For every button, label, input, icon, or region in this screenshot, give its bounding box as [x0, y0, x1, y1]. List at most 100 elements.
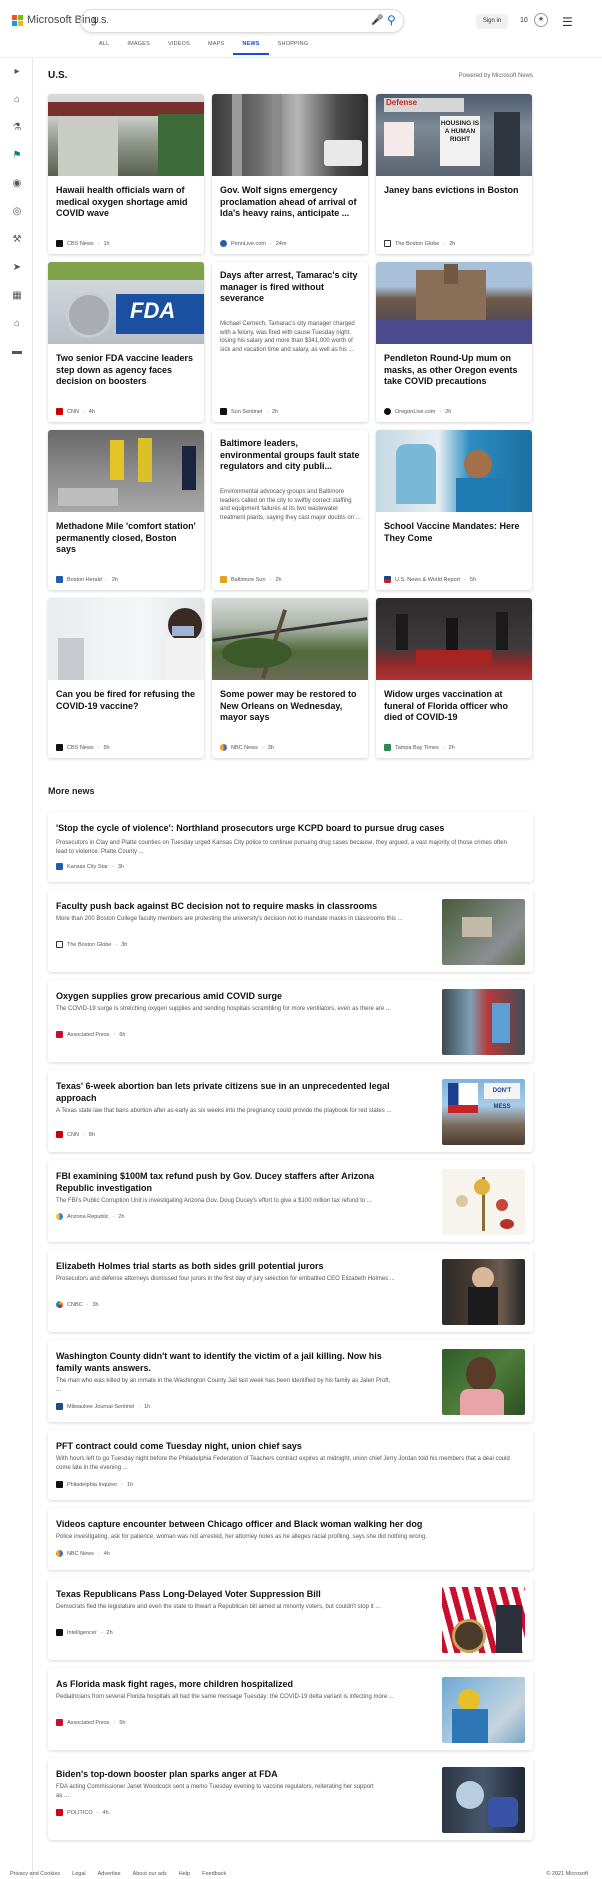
more-news-item[interactable]: Elizabeth Holmes trial starts as both si… — [48, 1250, 533, 1332]
tab-news[interactable]: NEWS — [233, 41, 269, 55]
item-title[interactable]: 'Stop the cycle of violence': Northland … — [56, 822, 516, 834]
news-card[interactable]: Baltimore leaders, environmental groups … — [212, 430, 368, 590]
news-card[interactable]: Some power may be restored to New Orlean… — [212, 598, 368, 758]
flag-icon[interactable]: ⚑ — [11, 150, 23, 161]
news-card[interactable]: Hawaii health officials warn of medical … — [48, 94, 204, 254]
globe-icon[interactable]: ◎ — [11, 206, 23, 217]
menu-icon[interactable]: ☰ — [562, 15, 573, 29]
item-title[interactable]: Texas' 6-week abortion ban lets private … — [56, 1080, 396, 1104]
tab-all[interactable]: ALL — [90, 41, 118, 55]
card-title[interactable]: Pendleton Round-Up mum on masks, as othe… — [384, 353, 525, 388]
item-snippet: More than 200 Boston College faculty mem… — [56, 916, 403, 922]
rewards-medal-icon[interactable]: ★ — [534, 13, 548, 27]
card-title[interactable]: Two senior FDA vaccine leaders step down… — [56, 353, 197, 388]
news-card[interactable]: Widow urges vaccination at funeral of Fl… — [376, 598, 532, 758]
search-input[interactable]: U.S. — [93, 16, 109, 25]
footer-link-help[interactable]: Help — [179, 1871, 190, 1877]
card-title[interactable]: Can you be fired for refusing the COVID-… — [56, 689, 197, 712]
item-thumbnail — [442, 1587, 525, 1653]
card-image — [376, 262, 532, 344]
item-title[interactable]: Videos capture encounter between Chicago… — [56, 1518, 516, 1530]
tab-shopping[interactable]: SHOPPING — [269, 41, 318, 55]
item-source: Associated Press · 6h — [56, 1031, 125, 1038]
card-title[interactable]: Baltimore leaders, environmental groups … — [220, 438, 361, 473]
footer-link-privacy[interactable]: Privacy and Cookies — [10, 1871, 60, 1877]
card-title[interactable]: Hawaii health officials warn of medical … — [56, 185, 197, 220]
item-title[interactable]: Texas Republicans Pass Long-Delayed Vote… — [56, 1588, 426, 1600]
more-news-item[interactable]: Oxygen supplies grow precarious amid COV… — [48, 980, 533, 1062]
news-card[interactable]: Can you be fired for refusing the COVID-… — [48, 598, 204, 758]
item-thumbnail — [442, 1349, 525, 1415]
card-title[interactable]: Methadone Mile 'comfort station' permane… — [56, 521, 197, 556]
item-title[interactable]: FBI examining $100M tax refund push by G… — [56, 1170, 396, 1194]
card-title[interactable]: Gov. Wolf signs emergency proclamation a… — [220, 185, 361, 220]
news-card[interactable]: FDA Two senior FDA vaccine leaders step … — [48, 262, 204, 422]
search-box[interactable]: U.S. 🎤 ⚲ — [80, 9, 404, 33]
tab-maps[interactable]: MAPS — [199, 41, 233, 55]
card-title[interactable]: Janey bans evictions in Boston — [384, 185, 525, 197]
more-news-item[interactable]: PFT contract could come Tuesday night, u… — [48, 1430, 533, 1500]
news-card[interactable]: Methadone Mile 'comfort station' permane… — [48, 430, 204, 590]
more-news-item[interactable]: Faculty push back against BC decision no… — [48, 890, 533, 972]
item-source: CNBC · 3h — [56, 1301, 99, 1308]
search-tabs: ALL IMAGES VIDEOS MAPS NEWS SHOPPING — [90, 41, 317, 55]
item-thumbnail: DON'T MESS — [442, 1079, 525, 1145]
footer-link-legal[interactable]: Legal — [72, 1871, 85, 1877]
microphone-icon[interactable]: 🎤 — [371, 15, 383, 26]
more-news-item[interactable]: As Florida mask fight rages, more childr… — [48, 1668, 533, 1750]
card-title[interactable]: Widow urges vaccination at funeral of Fl… — [384, 689, 525, 724]
news-card[interactable]: Defense HOUSING IS A HUMAN RIGHT Janey b… — [376, 94, 532, 254]
news-card[interactable]: Days after arrest, Tamarac's city manage… — [212, 262, 368, 422]
tab-images[interactable]: IMAGES — [118, 41, 159, 55]
rocket-icon[interactable]: ➤ — [11, 262, 23, 273]
pennlive-logo-icon — [220, 240, 227, 247]
boston-globe-logo-icon — [56, 941, 63, 948]
powered-by: Powered by Microsoft News — [458, 73, 533, 79]
politico-logo-icon — [56, 1809, 63, 1816]
item-title[interactable]: Faculty push back against BC decision no… — [56, 900, 426, 912]
item-source: Milwaukee Journal-Sentinel · 1h — [56, 1403, 150, 1410]
footer-link-about-ads[interactable]: About our ads — [133, 1871, 167, 1877]
more-news-item[interactable]: Biden's top-down booster plan sparks ang… — [48, 1758, 533, 1840]
more-news-item[interactable]: Washington County didn't want to identif… — [48, 1340, 533, 1422]
more-news-title: More news — [48, 786, 95, 796]
item-source: Kansas City Star · 3h — [56, 863, 124, 870]
expand-icon[interactable]: ▸ — [11, 66, 23, 77]
item-title[interactable]: As Florida mask fight rages, more childr… — [56, 1678, 426, 1690]
film-icon[interactable]: ▦ — [11, 290, 23, 301]
item-snippet: FDA acting Commissioner Janet Woodcock s… — [56, 1784, 374, 1799]
sign-in-button[interactable]: Sign in — [476, 14, 508, 29]
news-card[interactable]: School Vaccine Mandates: Here They Come … — [376, 430, 532, 590]
rewards-points[interactable]: 10 — [520, 17, 528, 24]
news-card[interactable]: Pendleton Round-Up mum on masks, as othe… — [376, 262, 532, 422]
flask-icon[interactable]: ⚗ — [11, 122, 23, 133]
card-title[interactable]: School Vaccine Mandates: Here They Come — [384, 521, 525, 544]
gavel-icon[interactable]: ⚒ — [11, 234, 23, 245]
location-icon[interactable]: ◉ — [11, 178, 23, 189]
more-news-item[interactable]: 'Stop the cycle of violence': Northland … — [48, 812, 533, 882]
more-news-item[interactable]: Texas' 6-week abortion ban lets private … — [48, 1070, 533, 1152]
news-card[interactable]: Gov. Wolf signs emergency proclamation a… — [212, 94, 368, 254]
footer-link-feedback[interactable]: Feedback — [202, 1871, 226, 1877]
home-icon[interactable]: ⌂ — [11, 94, 23, 105]
more-news-item[interactable]: Videos capture encounter between Chicago… — [48, 1508, 533, 1570]
cnbc-logo-icon — [56, 1301, 63, 1308]
more-news-item[interactable]: Texas Republicans Pass Long-Delayed Vote… — [48, 1578, 533, 1660]
search-icon[interactable]: ⚲ — [387, 13, 396, 27]
associated-press-logo-icon — [56, 1719, 63, 1726]
footer-link-advertise[interactable]: Advertise — [98, 1871, 121, 1877]
arizona-republic-logo-icon — [56, 1213, 63, 1220]
item-title[interactable]: Oxygen supplies grow precarious amid COV… — [56, 990, 426, 1002]
more-news-item[interactable]: FBI examining $100M tax refund push by G… — [48, 1160, 533, 1242]
bank-icon[interactable]: ⌂ — [11, 318, 23, 329]
item-snippet: A Texas state law that bans abortion aft… — [56, 1108, 392, 1114]
item-title[interactable]: PFT contract could come Tuesday night, u… — [56, 1440, 516, 1452]
card-source: U.S. News & World Report · 5h — [384, 576, 476, 583]
tab-videos[interactable]: VIDEOS — [159, 41, 199, 55]
card-title[interactable]: Some power may be restored to New Orlean… — [220, 689, 361, 724]
item-title[interactable]: Washington County didn't want to identif… — [56, 1350, 396, 1374]
item-title[interactable]: Biden's top-down booster plan sparks ang… — [56, 1768, 426, 1780]
card-icon[interactable]: ▬ — [11, 346, 23, 357]
item-title[interactable]: Elizabeth Holmes trial starts as both si… — [56, 1260, 426, 1272]
card-title[interactable]: Days after arrest, Tamarac's city manage… — [220, 270, 361, 305]
